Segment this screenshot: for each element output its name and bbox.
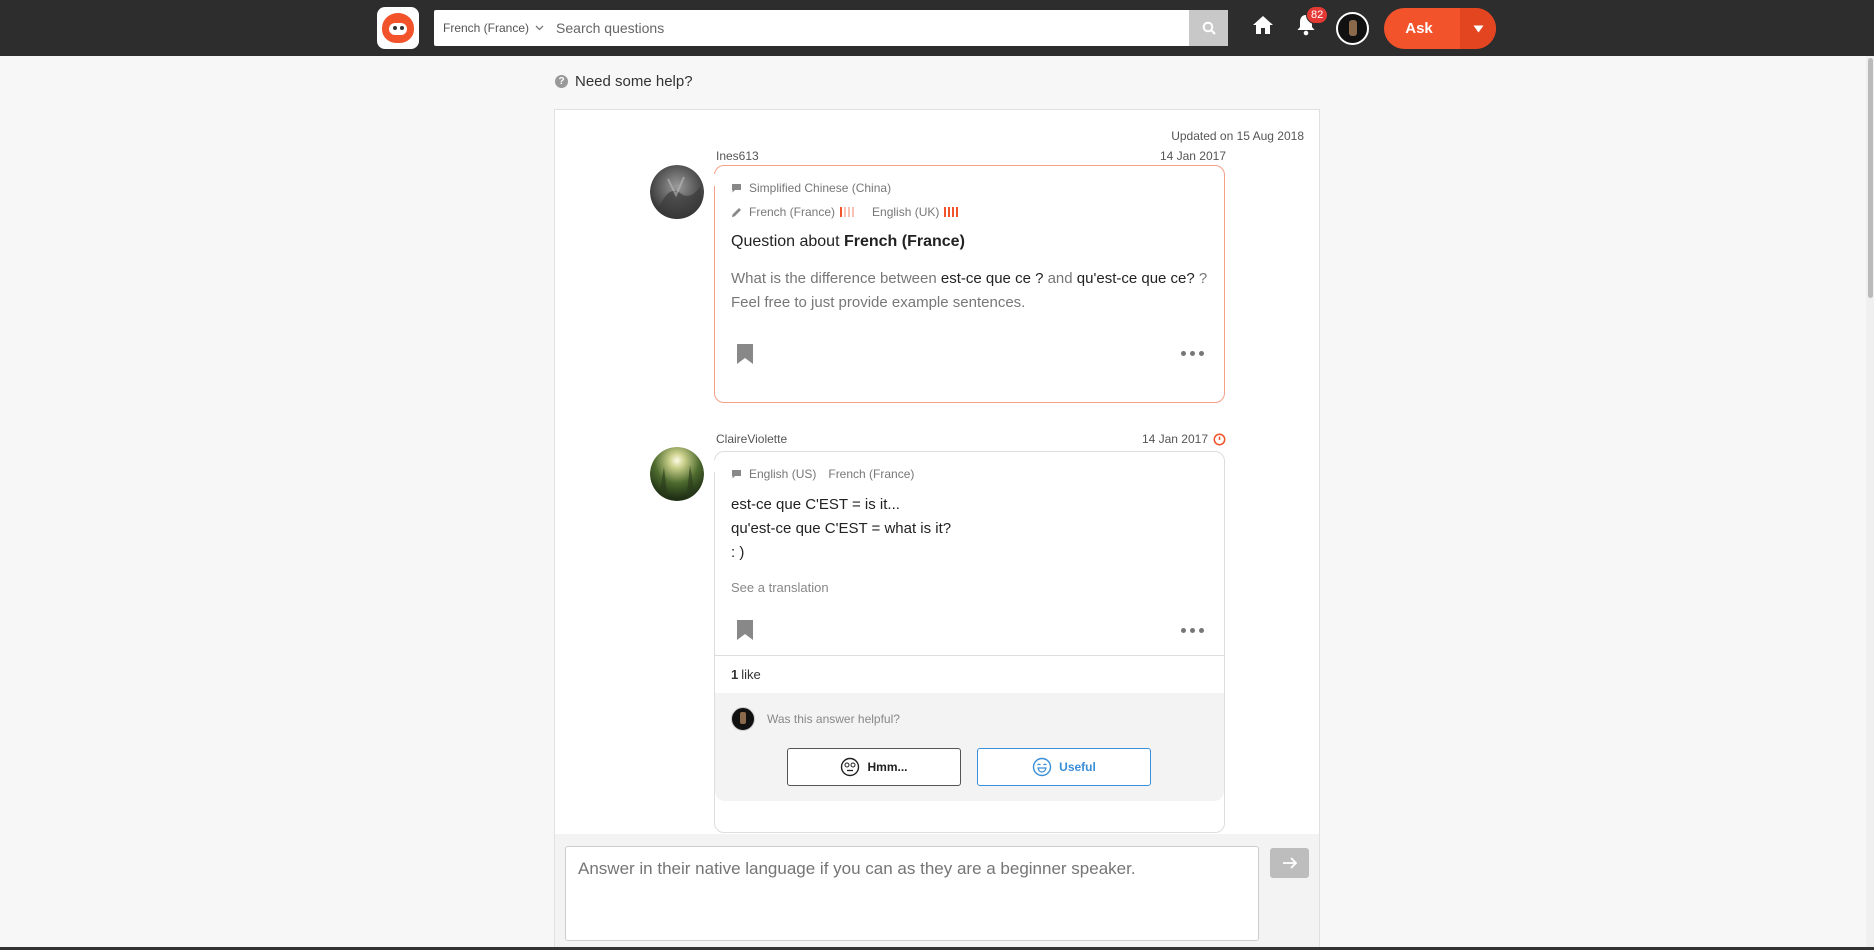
- proficiency-beginner-icon: [840, 207, 855, 217]
- smile-face-icon: [1032, 757, 1052, 777]
- answer-input[interactable]: [565, 846, 1259, 941]
- question-body: What is the difference between est-ce qu…: [731, 267, 1208, 315]
- pencil-icon: [731, 207, 742, 218]
- question-author-avatar[interactable]: [650, 165, 704, 219]
- answer-text: est-ce que C'EST = is it... qu'est-ce qu…: [731, 496, 952, 561]
- hmm-button[interactable]: Hmm...: [787, 748, 961, 786]
- question-card: Simplified Chinese (China) French (Franc…: [708, 165, 1225, 403]
- likes-row[interactable]: 1 like: [715, 655, 1224, 693]
- help-label: Need some help?: [575, 73, 693, 90]
- search-button[interactable]: [1189, 10, 1228, 46]
- answer-actions: [715, 617, 1224, 647]
- question-date: 14 Jan 2017: [1159, 149, 1226, 163]
- helpful-feedback: Was this answer helpful? Hmm... Useful: [715, 693, 1224, 801]
- language-select[interactable]: French (France): [434, 10, 544, 46]
- question-term-2: qu'est-ce que ce?: [1076, 270, 1195, 287]
- useful-button[interactable]: Useful: [977, 748, 1151, 786]
- search-input[interactable]: [556, 10, 1189, 46]
- more-icon[interactable]: [1181, 351, 1204, 356]
- question-header: Ines613 14 Jan 2017: [716, 149, 1226, 163]
- help-link[interactable]: ? Need some help?: [555, 73, 693, 90]
- useful-label: Useful: [1059, 760, 1096, 774]
- question-panel: Updated on 15 Aug 2018 Ines613 14 Jan 20…: [554, 109, 1320, 950]
- question-author-name[interactable]: Ines613: [716, 149, 759, 163]
- answer-card: English (US) French (France) est-ce que …: [708, 451, 1225, 833]
- learning-languages-row: French (France) English (UK): [731, 205, 1224, 219]
- scrollbar-thumb[interactable]: [1868, 58, 1873, 298]
- answer-date: 14 Jan 2017: [1141, 432, 1208, 446]
- bookmark-icon[interactable]: [737, 620, 753, 645]
- answer-languages-row: English (US) French (France): [731, 467, 1224, 481]
- question-title: Question about French (France): [731, 233, 1224, 251]
- likes-count: 1: [731, 667, 739, 682]
- search-icon: [1202, 21, 1216, 35]
- learning-language-2: English (UK): [872, 205, 940, 219]
- question-title-language[interactable]: French (France): [844, 233, 965, 250]
- likes-label: like: [741, 667, 761, 682]
- send-button[interactable]: [1270, 848, 1309, 878]
- question-body-text: and: [1043, 270, 1077, 287]
- language-select-label: French (France): [443, 21, 530, 35]
- hmm-label: Hmm...: [867, 760, 908, 774]
- logo-icon[interactable]: [377, 7, 419, 49]
- answer-native-language-2: French (France): [828, 467, 915, 481]
- question-title-prefix: Question about: [731, 233, 840, 250]
- question-term-1: est-ce que ce ?: [940, 270, 1044, 287]
- native-language-row: Simplified Chinese (China): [731, 181, 1224, 195]
- answer-author-name[interactable]: ClaireViolette: [716, 432, 787, 446]
- chevron-down-icon: [535, 22, 544, 34]
- see-translation-link[interactable]: See a translation: [731, 580, 1224, 595]
- ask-button[interactable]: Ask: [1384, 8, 1460, 49]
- speech-bubble-icon: [731, 469, 742, 479]
- proficiency-advanced-icon: [944, 207, 959, 217]
- arrow-right-icon: [1282, 857, 1297, 869]
- question-body-text: What is the difference between: [731, 270, 941, 287]
- updated-date: Updated on 15 Aug 2018: [1171, 129, 1304, 143]
- search-bar: French (France): [434, 10, 1228, 46]
- home-icon[interactable]: [1252, 15, 1274, 40]
- bookmark-icon[interactable]: [737, 344, 753, 369]
- current-user-avatar: [731, 707, 755, 731]
- answer-header: ClaireViolette 14 Jan 2017: [716, 432, 1226, 446]
- question-circle-icon: ?: [555, 75, 568, 88]
- speech-bubble-icon: [731, 183, 742, 193]
- answer-date-group: 14 Jan 2017: [1142, 432, 1226, 446]
- notification-badge: 82: [1306, 6, 1329, 24]
- answer-author-avatar[interactable]: [650, 447, 704, 501]
- hmm-face-icon: [840, 757, 860, 777]
- more-icon[interactable]: [1181, 628, 1204, 633]
- learning-language-1: French (France): [749, 205, 836, 219]
- answer-native-language-1: English (US): [749, 467, 817, 481]
- timer-icon: [1213, 433, 1226, 446]
- native-language: Simplified Chinese (China): [749, 181, 892, 195]
- ask-button-group: Ask: [1384, 8, 1496, 49]
- caret-down-icon: [1473, 25, 1483, 32]
- helpful-question: Was this answer helpful?: [767, 712, 900, 726]
- user-avatar[interactable]: [1336, 12, 1369, 45]
- question-actions: [715, 339, 1224, 369]
